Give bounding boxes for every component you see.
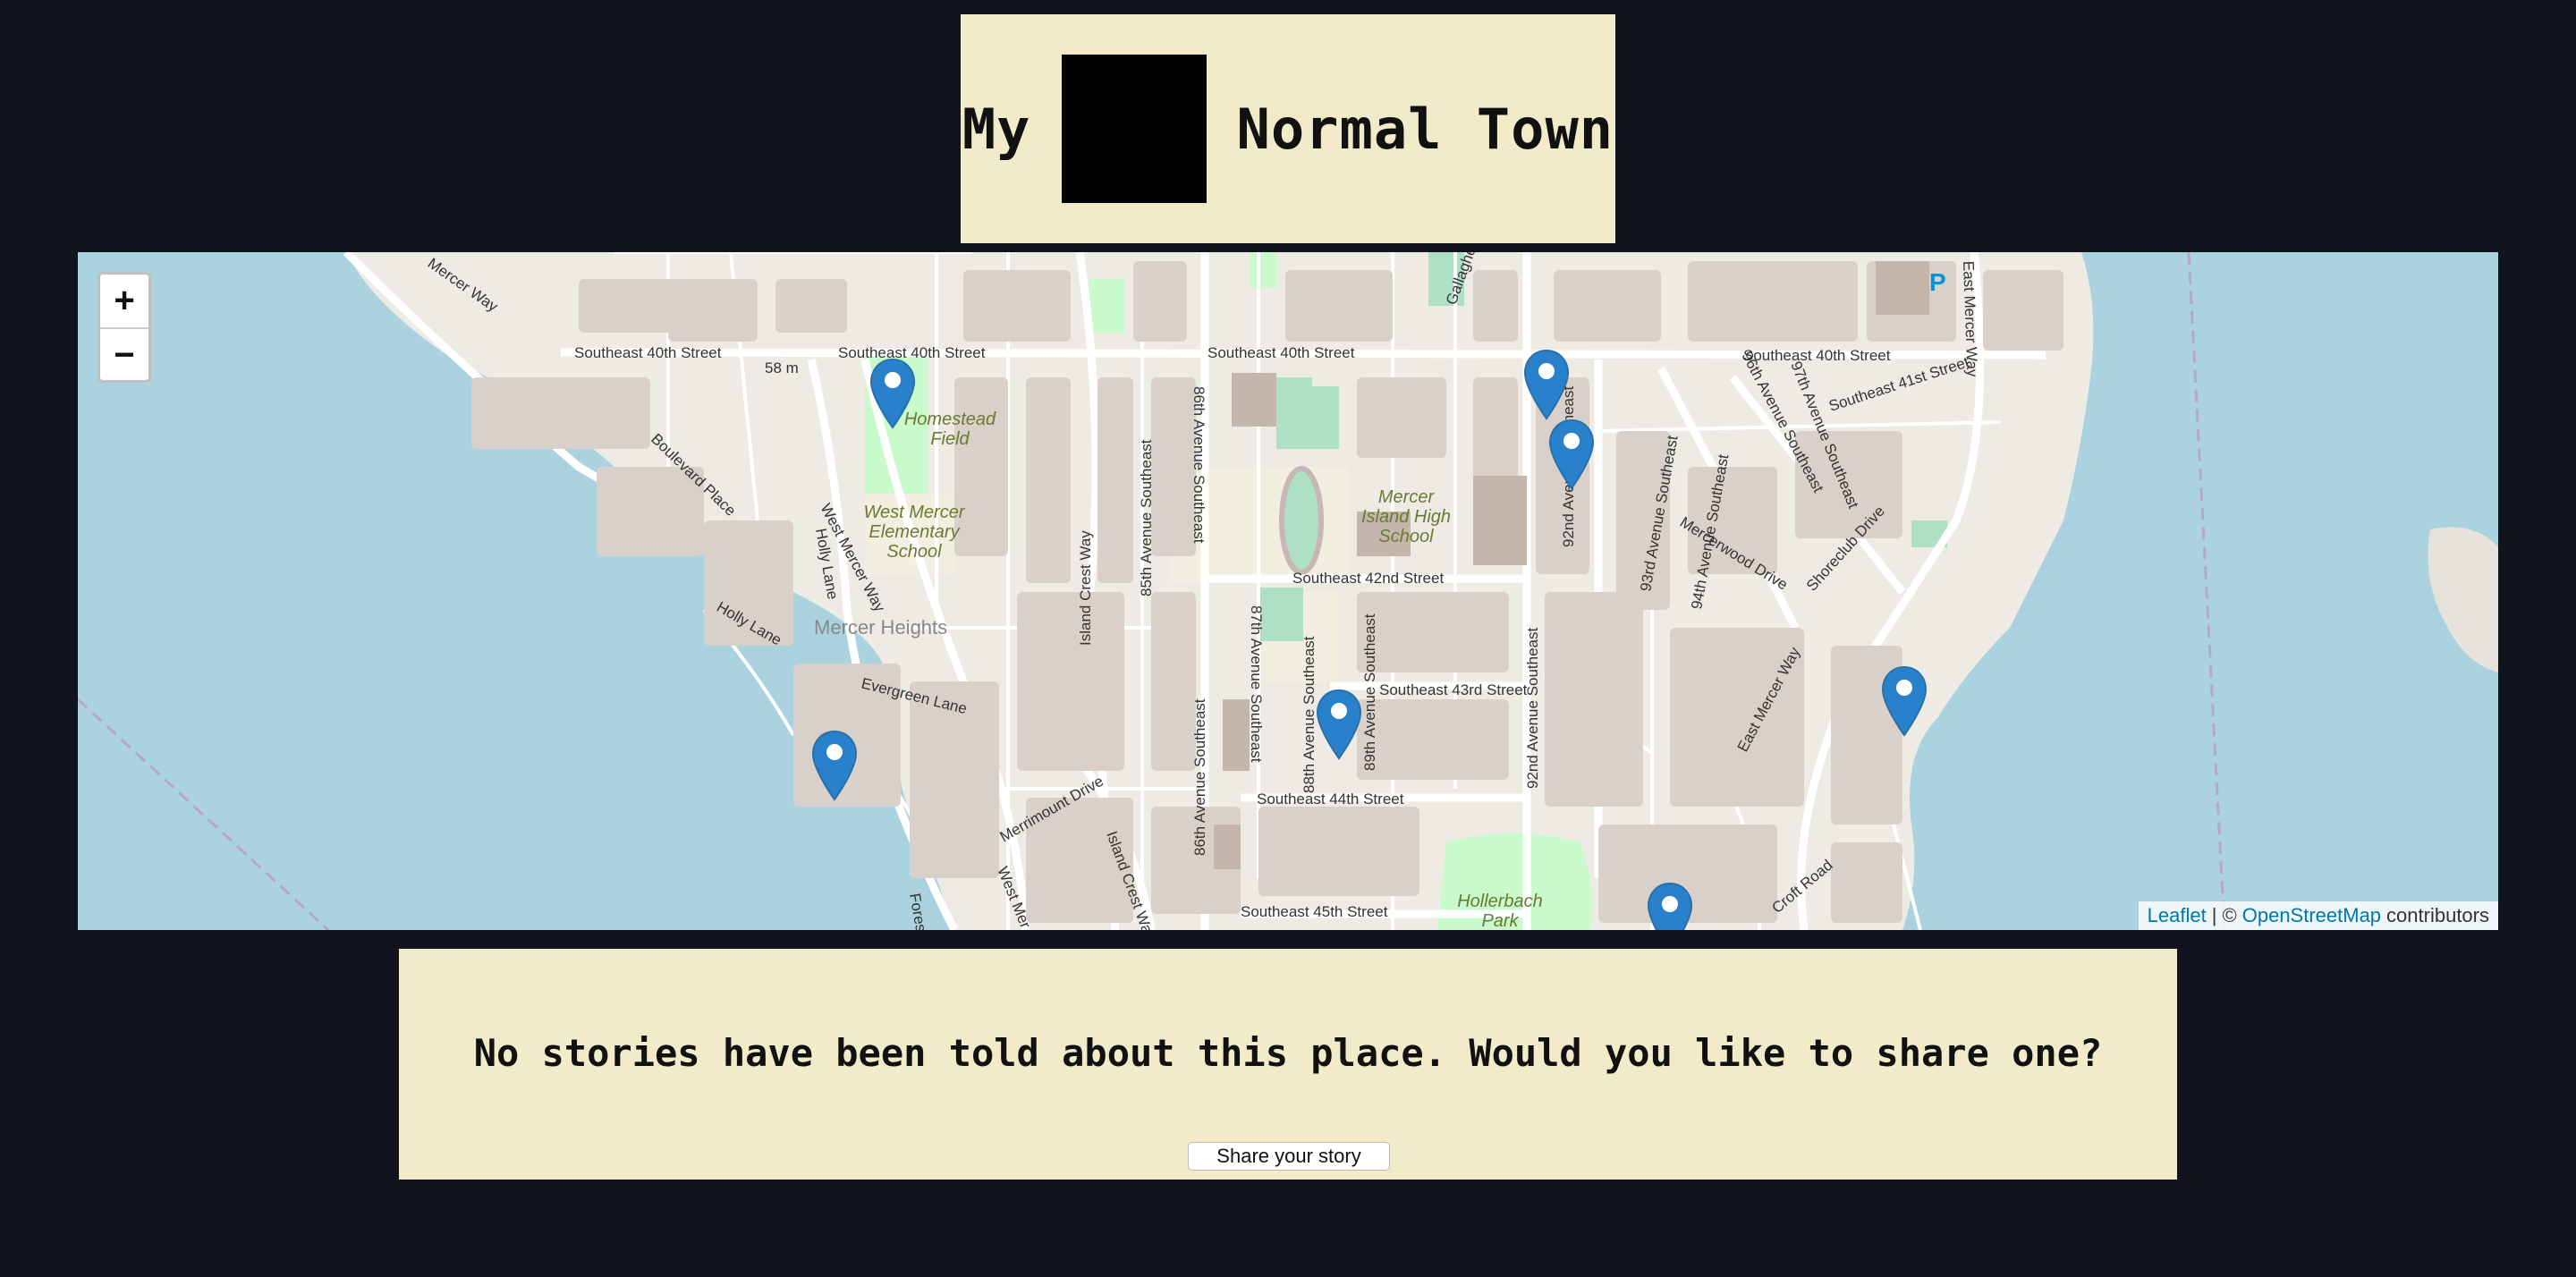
site-title: My Normal Town bbox=[961, 14, 1615, 243]
label-west-mercer-2: Elementary bbox=[869, 522, 960, 542]
label-mihs-2: Island High bbox=[1361, 507, 1451, 527]
map-marker-3[interactable] bbox=[1548, 419, 1595, 490]
title-redacted-block bbox=[1061, 55, 1207, 203]
label-hollerbach-1: Hollerbach bbox=[1457, 892, 1543, 911]
label-se42: Southeast 42nd Street bbox=[1292, 570, 1444, 587]
label-west-mercer-1: West Mercer bbox=[864, 503, 966, 522]
map-marker-2[interactable] bbox=[1523, 349, 1570, 420]
map-attribution: Leaflet | © OpenStreetMap contributors bbox=[2138, 901, 2498, 930]
label-west-mercer-3: School bbox=[886, 542, 942, 562]
label-86th-ave: 86th Avenue Southeast bbox=[1191, 386, 1208, 544]
attribution-contributors: contributors bbox=[2386, 904, 2489, 926]
label-mercer-heights: Mercer Heights bbox=[814, 616, 947, 638]
title-right: Normal Town bbox=[1236, 96, 1614, 162]
label-hollerbach-2: Park bbox=[1481, 911, 1519, 930]
map-marker-7[interactable] bbox=[1647, 882, 1693, 930]
label-mihs-1: Mercer bbox=[1378, 487, 1436, 507]
zoom-in-button[interactable]: + bbox=[100, 275, 148, 329]
label-86th-ave-b: 86th Avenue Southeast bbox=[1191, 698, 1208, 856]
zoom-control: + − bbox=[97, 272, 151, 383]
attribution-separator: | © bbox=[2211, 904, 2237, 926]
story-panel: No stories have been told about this pla… bbox=[399, 949, 2177, 1180]
no-stories-message: No stories have been told about this pla… bbox=[473, 1031, 2103, 1075]
sports-field bbox=[1276, 377, 1312, 449]
map-marker-4[interactable] bbox=[1316, 689, 1362, 760]
label-87th-ave: 87th Avenue Southeast bbox=[1248, 605, 1265, 763]
label-homestead-field-1: Homestead bbox=[904, 410, 996, 429]
title-left: My bbox=[962, 96, 1031, 162]
park-north bbox=[1089, 279, 1124, 333]
label-se45: Southeast 45th Street bbox=[1241, 903, 1388, 920]
label-89th-ave: 89th Avenue Southeast bbox=[1361, 613, 1378, 771]
label-se40-c: Southeast 40th Street bbox=[1208, 344, 1355, 361]
park-north-2 bbox=[1250, 252, 1276, 288]
parking-icon: P bbox=[1929, 268, 1946, 296]
label-island-crest-way: Island Crest Way bbox=[1077, 530, 1094, 646]
map-marker-5[interactable] bbox=[1881, 665, 1928, 737]
map-tiles[interactable]: Southeast 40th Street Southeast 40th Str… bbox=[78, 252, 2498, 930]
label-se40-a: Southeast 40th Street bbox=[574, 344, 722, 361]
label-92nd-ave-b: 92nd Avenue Southeast bbox=[1524, 627, 1541, 789]
map-marker-1[interactable] bbox=[869, 358, 916, 429]
label-elevation: 58 m bbox=[765, 359, 799, 376]
leaflet-link[interactable]: Leaflet bbox=[2148, 904, 2207, 927]
map-marker-6[interactable] bbox=[811, 730, 858, 801]
label-se40-d: Southeast 40th Street bbox=[1743, 347, 1891, 364]
sports-field-2 bbox=[1312, 386, 1339, 449]
zoom-out-button[interactable]: − bbox=[100, 329, 148, 380]
map[interactable]: Southeast 40th Street Southeast 40th Str… bbox=[78, 252, 2498, 930]
label-85th-ave: 85th Avenue Southeast bbox=[1138, 439, 1155, 596]
label-homestead-field-2: Field bbox=[930, 429, 970, 449]
label-mihs-3: School bbox=[1378, 527, 1434, 546]
share-story-button[interactable]: Share your story bbox=[1188, 1142, 1390, 1171]
openstreetmap-link[interactable]: OpenStreetMap bbox=[2242, 904, 2381, 927]
label-se44: Southeast 44th Street bbox=[1257, 791, 1404, 808]
running-track bbox=[1279, 466, 1324, 575]
label-se43: Southeast 43rd Street bbox=[1379, 681, 1528, 698]
